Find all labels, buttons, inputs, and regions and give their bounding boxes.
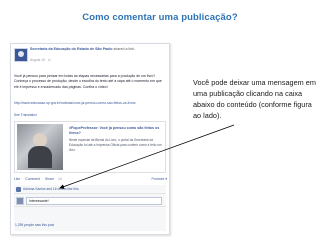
annotation-text: Você pode deixar uma mensagem em uma pub… bbox=[193, 78, 316, 120]
page-avatar[interactable] bbox=[14, 48, 28, 62]
likes-row: Adriana Santos and 16 others like this. bbox=[14, 185, 166, 194]
thumbs-up-icon bbox=[16, 187, 21, 192]
post-header: Secretaria da Educação do Estado de São … bbox=[14, 47, 168, 71]
link-card-title[interactable]: #FiqueProfessor: Você já pensou como são… bbox=[69, 126, 163, 136]
see-translation-link[interactable]: See Translation bbox=[14, 113, 37, 117]
post-text: Você já pensou para pensar em todas as e… bbox=[14, 74, 162, 89]
post-link[interactable]: http://www.educacao.sp.gov.br/noticias/v… bbox=[14, 101, 164, 106]
post-reach: 1,259 people saw this post bbox=[15, 223, 55, 227]
action-separator: · bbox=[22, 177, 24, 181]
promote-button[interactable]: Promote ▾ bbox=[152, 177, 167, 181]
slide-title: Como comentar uma publicação? bbox=[82, 12, 238, 23]
likes-summary[interactable]: Adriana Santos and 16 others like this. bbox=[23, 187, 79, 191]
action-date: 16 bbox=[58, 177, 62, 181]
link-card-description: Neste especial da Bienal do Livro, o por… bbox=[69, 138, 162, 152]
link-thumbnail[interactable] bbox=[17, 124, 63, 170]
post-timestamp[interactable]: August 16 · ⊙ bbox=[30, 58, 51, 62]
comment-composer bbox=[14, 195, 166, 207]
thumbnail-person-body bbox=[28, 146, 52, 168]
action-separator: · bbox=[41, 177, 44, 181]
link-preview-card[interactable]: #FiqueProfessor: Você já pensou como são… bbox=[14, 121, 166, 173]
comment-input[interactable] bbox=[26, 197, 162, 205]
post-shared-label: shared a link. bbox=[113, 47, 135, 51]
commenter-avatar bbox=[16, 197, 24, 205]
comment-area: Adriana Santos and 16 others like this. … bbox=[14, 185, 166, 231]
share-link[interactable]: Share bbox=[45, 177, 54, 181]
post-actions: Like · Comment · Share 16 bbox=[14, 177, 168, 183]
thumbnail-person-head bbox=[33, 133, 47, 147]
facebook-post-screenshot: Secretaria da Educação do Estado de São … bbox=[10, 43, 170, 235]
post-author[interactable]: Secretaria da Educação do Estado de São … bbox=[30, 47, 166, 52]
like-link[interactable]: Like bbox=[14, 177, 20, 181]
comment-link[interactable]: Comment bbox=[25, 177, 40, 181]
post-author-name[interactable]: Secretaria da Educação do Estado de São … bbox=[30, 47, 112, 51]
